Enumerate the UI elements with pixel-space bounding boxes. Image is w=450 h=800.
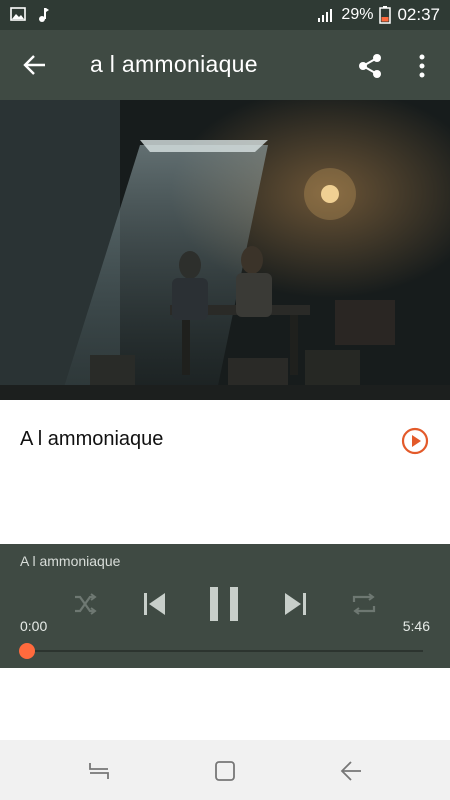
now-playing-title: A l ammoniaque [20, 553, 121, 569]
current-time: 0:00 [20, 618, 48, 634]
music-note-icon [39, 8, 49, 22]
status-time: 02:37 [397, 5, 440, 24]
home-icon[interactable] [212, 758, 238, 784]
track-list: A l ammoniaque [0, 400, 450, 545]
signal-icon [318, 9, 333, 22]
recent-apps-icon[interactable] [86, 758, 112, 784]
next-icon[interactable] [282, 589, 310, 619]
seek-thumb[interactable] [19, 643, 35, 659]
progress-track[interactable] [27, 650, 423, 652]
share-icon[interactable] [356, 52, 384, 80]
repeat-icon[interactable] [350, 589, 378, 619]
status-right: 29% 02:37 [317, 5, 440, 25]
status-bar: 29% 02:37 [0, 0, 450, 30]
system-nav-bar [0, 740, 450, 800]
image-icon [10, 7, 26, 21]
video-scene-image [0, 100, 450, 400]
play-circle-icon[interactable] [400, 426, 430, 456]
page-title: a l ammoniaque [90, 51, 258, 77]
more-vert-icon[interactable] [414, 52, 430, 80]
total-time: 5:46 [402, 618, 430, 634]
app-toolbar: a l ammoniaque [0, 30, 450, 100]
shuffle-icon[interactable] [72, 589, 98, 619]
previous-icon[interactable] [140, 589, 168, 619]
track-title: A l ammoniaque [20, 428, 164, 450]
battery-percent: 29% [341, 6, 374, 23]
status-left [10, 7, 50, 23]
music-player: A l ammoniaque 0:00 5:46 [0, 544, 450, 668]
list-item[interactable]: A l ammoniaque [0, 420, 450, 464]
battery-icon [379, 6, 392, 24]
pause-icon[interactable] [206, 584, 242, 624]
empty-area [0, 668, 450, 740]
back-nav-icon[interactable] [338, 758, 364, 784]
video-thumbnail[interactable] [0, 100, 450, 400]
back-arrow-icon[interactable] [22, 52, 48, 78]
